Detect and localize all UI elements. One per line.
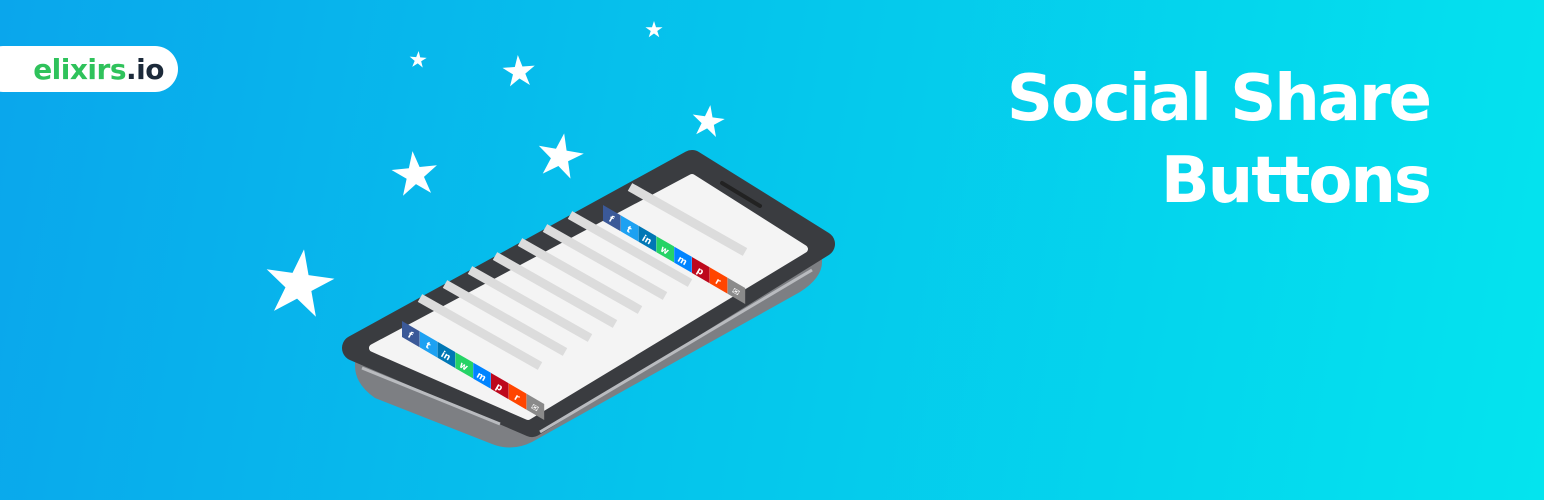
title-line-2: Buttons: [1160, 144, 1432, 218]
star-icon: [408, 50, 428, 68]
logo-name: elixirs: [33, 52, 127, 86]
logo[interactable]: elixirs .io: [0, 46, 178, 92]
star-icon: [261, 244, 338, 319]
star-icon: [690, 102, 727, 138]
logo-tld: .io: [126, 52, 164, 86]
star-icon: [389, 148, 440, 197]
phone: [342, 150, 835, 448]
title-line-1: Social Share: [1006, 62, 1432, 136]
banner: f t in w m p r ✉ f t in w m p r ✉ elixirs .io Social Sh…: [0, 0, 1544, 500]
star-icon: [501, 53, 537, 87]
star-icon: [645, 21, 663, 38]
star-icon: [534, 129, 587, 181]
page-title: Social Share Buttons: [1006, 58, 1432, 222]
